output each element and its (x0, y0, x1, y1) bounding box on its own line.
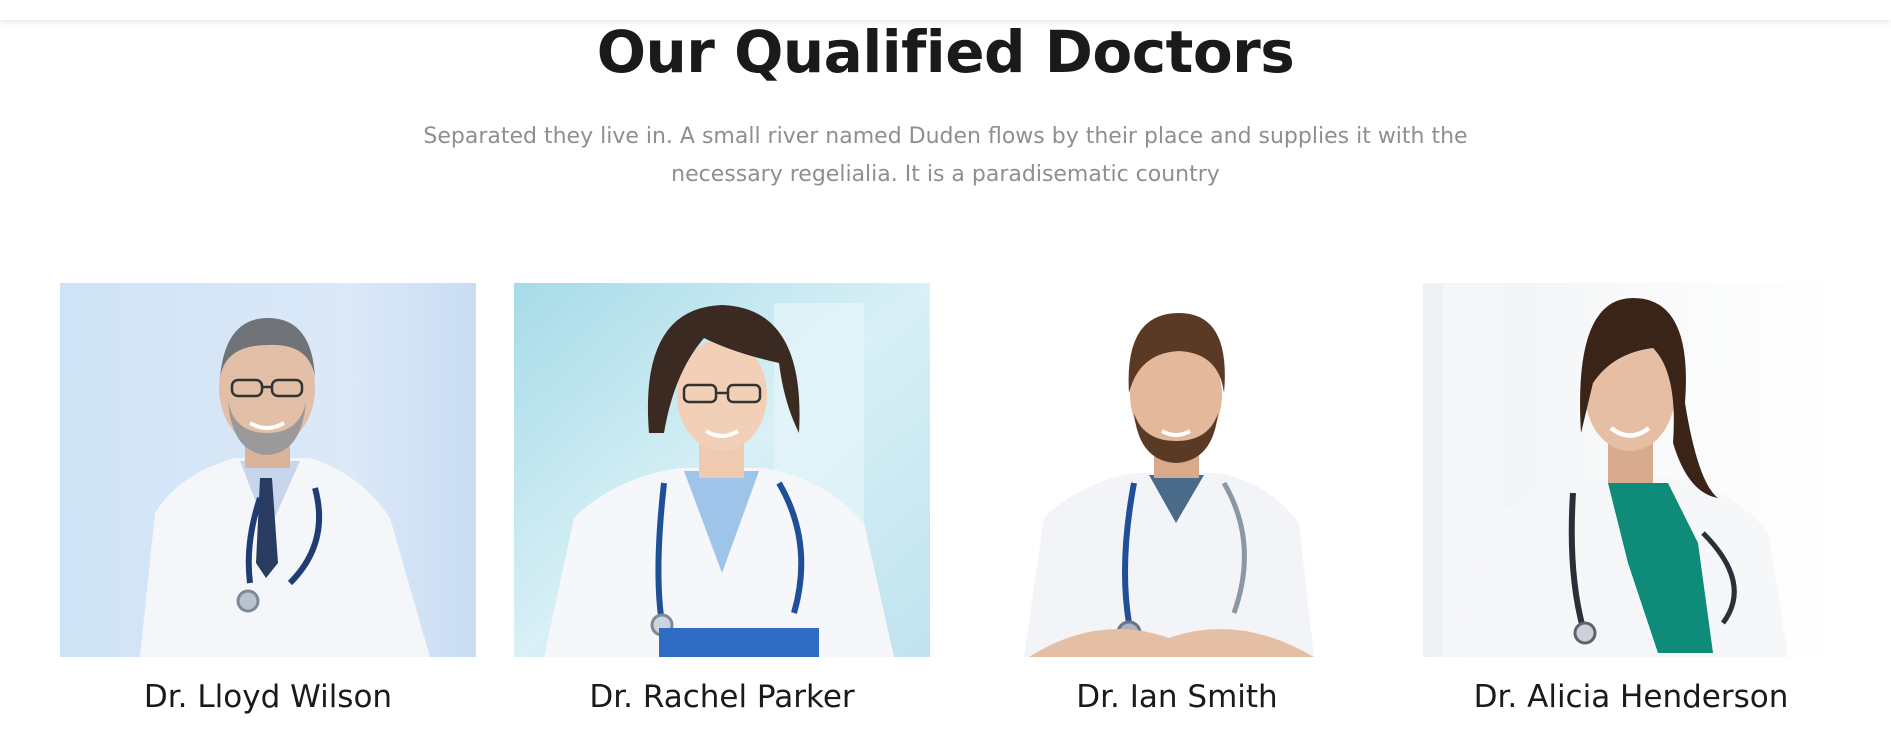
doctor-name[interactable]: Dr. Ian Smith (969, 679, 1385, 715)
doctor-photo[interactable] (514, 283, 930, 657)
doctor-card[interactable]: Dr. Ian Smith (969, 283, 1385, 715)
doctor-portrait-image (1423, 283, 1839, 657)
doctor-portrait-image (60, 283, 476, 657)
doctor-card[interactable]: Dr. Lloyd Wilson (60, 283, 476, 715)
doctor-photo[interactable] (60, 283, 476, 657)
doctor-name[interactable]: Dr. Rachel Parker (514, 679, 930, 715)
top-navigation-bar (0, 0, 1891, 20)
doctor-card[interactable]: Dr. Rachel Parker (514, 283, 930, 715)
doctor-card[interactable]: Dr. Alicia Henderson (1423, 283, 1839, 715)
section-description: Separated they live in. A small river na… (423, 124, 1468, 187)
doctor-name[interactable]: Dr. Alicia Henderson (1423, 679, 1839, 715)
doctor-portrait-image (969, 283, 1385, 657)
doctor-portrait-image (514, 283, 930, 657)
section-title: Our Qualified Doctors (596, 18, 1295, 86)
doctor-photo[interactable] (1423, 283, 1839, 657)
doctor-name[interactable]: Dr. Lloyd Wilson (60, 679, 476, 715)
doctor-photo[interactable] (969, 283, 1385, 657)
